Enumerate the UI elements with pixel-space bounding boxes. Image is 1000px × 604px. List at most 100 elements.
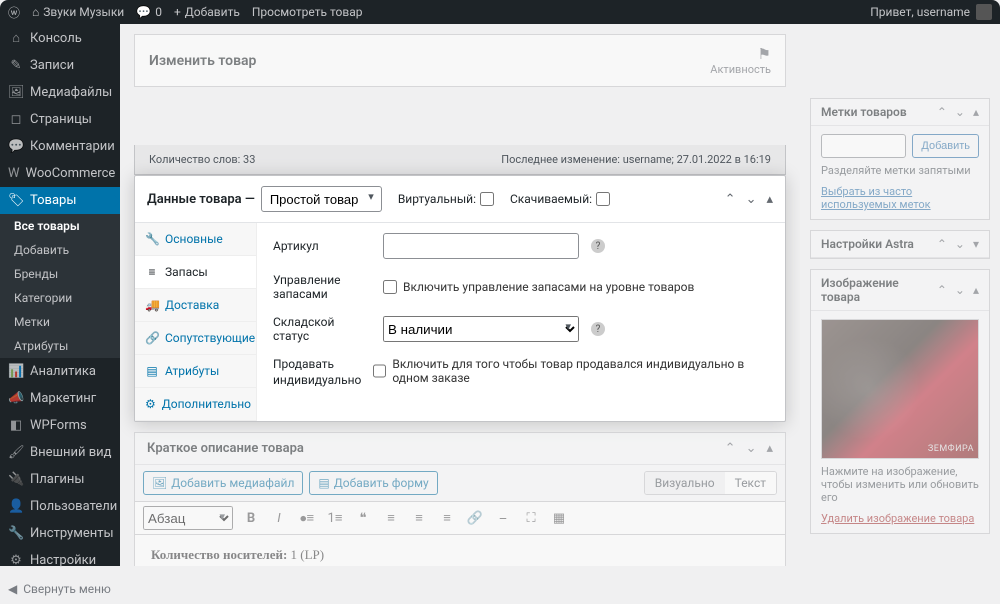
menu-item-аналитика[interactable]: 📊Аналитика	[0, 358, 120, 385]
tab-атрибуты[interactable]: ▤Атрибуты	[135, 355, 256, 388]
greeting[interactable]: Привет, username	[870, 5, 970, 19]
box-toggle-icon[interactable]: ▾	[973, 237, 979, 251]
panel-up-icon[interactable]: ⌃	[725, 192, 736, 207]
align-left-button[interactable]: ≡	[381, 508, 401, 528]
menu-item-записи[interactable]: ✎Записи	[0, 52, 120, 79]
virtual-checkbox[interactable]	[480, 192, 494, 206]
manage-stock-checkbox[interactable]	[383, 280, 397, 294]
menu-item-комментарии[interactable]: 💬Комментарии	[0, 133, 120, 160]
menu-label: Плагины	[30, 472, 84, 487]
view-product-link[interactable]: Просмотреть товар	[252, 5, 363, 19]
box-up-icon[interactable]: ⌃	[937, 283, 947, 297]
menu-item-внешний вид[interactable]: 🖌Внешний вид	[0, 439, 120, 466]
tab-основные[interactable]: 🔧Основные	[135, 223, 256, 256]
avatar-icon[interactable]	[976, 4, 992, 20]
menu-item-маркетинг[interactable]: 📣Маркетинг	[0, 385, 120, 412]
bold-button[interactable]: B	[241, 508, 261, 528]
collapse-menu[interactable]: ◀ Свернуть меню	[0, 574, 120, 604]
box-up-icon[interactable]: ⌃	[725, 441, 736, 456]
page-title: Изменить товар	[149, 53, 256, 69]
submenu-item[interactable]: Атрибуты	[0, 334, 120, 358]
add-form-button[interactable]: ▤Добавить форму	[309, 471, 437, 495]
editor-content[interactable]: Количество носителей: 1 (LP)Жанры: Русск…	[135, 535, 785, 566]
tags-input[interactable]	[821, 134, 906, 158]
help-icon[interactable]: ?	[591, 322, 605, 336]
site-link[interactable]: ⌂Звуки Музыки	[32, 5, 124, 19]
menu-item-медиафайлы[interactable]: 🖼Медиафайлы	[0, 79, 120, 106]
tab-дополнительно[interactable]: ⚙Дополнительно	[135, 388, 256, 421]
link-button[interactable]: 🔗	[465, 508, 485, 528]
paragraph-select[interactable]: Абзац	[143, 506, 233, 530]
submenu-item[interactable]: Добавить	[0, 238, 120, 262]
quote-button[interactable]: ❝	[353, 508, 373, 528]
submenu-item[interactable]: Бренды	[0, 262, 120, 286]
tab-icon: 🔧	[145, 232, 159, 246]
editor-toolbar: Абзац B I ⦁≡ 1≡ ❝ ≡ ≡ ≡ 🔗 ⎯ ⛶ ▦	[135, 501, 785, 535]
menu-item-товары[interactable]: 🏷Товары	[0, 187, 120, 214]
submenu-item[interactable]: Метки	[0, 310, 120, 334]
product-type-select[interactable]: Простой товар	[261, 186, 382, 212]
tab-icon: ▤	[145, 364, 159, 378]
wp-logo[interactable]: ⓦ	[8, 4, 20, 21]
manage-stock-label: Управление запасами	[273, 273, 371, 301]
box-down-icon[interactable]: ⌄	[955, 283, 965, 297]
menu-icon: ◻	[8, 112, 24, 127]
menu-label: Маркетинг	[30, 391, 96, 406]
choose-tags-link[interactable]: Выбрать из часто используемых меток	[821, 185, 931, 211]
submenu-item[interactable]: Категории	[0, 286, 120, 310]
comments-link[interactable]: 💬0	[136, 5, 162, 19]
add-media-button[interactable]: 🖼Добавить медиафайл	[143, 471, 303, 495]
menu-item-настройки[interactable]: ⚙Настройки	[0, 547, 120, 574]
tab-сопутствующие[interactable]: 🔗Сопутствующие	[135, 322, 256, 355]
box-up-icon[interactable]: ⌃	[937, 237, 947, 251]
visual-tab[interactable]: Визуально	[645, 472, 725, 494]
menu-item-woocommerce[interactable]: WWooCommerce	[0, 160, 120, 187]
box-toggle-icon[interactable]: ▴	[973, 105, 979, 119]
number-list-button[interactable]: 1≡	[325, 508, 345, 528]
editor-statusbar: Количество слов: 33 Последнее изменение:…	[134, 145, 786, 175]
image-caption: ЗЕМФИРА	[928, 444, 974, 454]
box-toggle-icon[interactable]: ▴	[973, 283, 979, 297]
fullscreen-button[interactable]: ⛶	[521, 508, 541, 528]
help-icon[interactable]: ?	[591, 239, 605, 253]
more-button[interactable]: ⎯	[493, 508, 513, 528]
sku-input[interactable]	[383, 233, 579, 259]
tab-доставка[interactable]: 🚚Доставка	[135, 289, 256, 322]
menu-item-пользователи[interactable]: 👤Пользователи	[0, 493, 120, 520]
toolbar-toggle-button[interactable]: ▦	[549, 508, 569, 528]
italic-button[interactable]: I	[269, 508, 289, 528]
sold-individually-checkbox[interactable]	[373, 364, 386, 378]
menu-icon: ⌂	[8, 30, 24, 46]
align-right-button[interactable]: ≡	[437, 508, 457, 528]
submenu-item[interactable]: Все товары	[0, 214, 120, 238]
stock-status-select[interactable]: В наличии	[383, 316, 579, 342]
menu-label: Внешний вид	[30, 445, 112, 460]
box-down-icon[interactable]: ⌄	[955, 237, 965, 251]
topbar-right: Привет, username	[870, 4, 992, 20]
remove-image-link[interactable]: Удалить изображение товара	[821, 512, 974, 525]
menu-icon: 🔧	[8, 526, 24, 541]
menu-item-страницы[interactable]: ◻Страницы	[0, 106, 120, 133]
tab-запасы[interactable]: ≡Запасы	[135, 256, 256, 289]
menu-item-инструменты[interactable]: 🔧Инструменты	[0, 520, 120, 547]
bullet-list-button[interactable]: ⦁≡	[297, 508, 317, 528]
new-content[interactable]: +Добавить	[174, 5, 240, 19]
menu-item-wpforms[interactable]: ◧WPForms	[0, 412, 120, 439]
panel-down-icon[interactable]: ⌄	[746, 192, 757, 207]
align-center-button[interactable]: ≡	[409, 508, 429, 528]
activity-label: Активность	[710, 63, 771, 76]
activity-link[interactable]: ⚑ Активность	[710, 45, 771, 76]
box-down-icon[interactable]: ⌄	[955, 105, 965, 119]
menu-item-консоль[interactable]: ⌂Консоль	[0, 24, 120, 52]
product-image[interactable]: ЗЕМФИРА	[821, 319, 979, 459]
menu-item-плагины[interactable]: 🔌Плагины	[0, 466, 120, 493]
home-icon: ⌂	[32, 5, 39, 19]
add-tag-button[interactable]: Добавить	[912, 134, 979, 158]
box-toggle-icon[interactable]: ▴	[766, 441, 773, 456]
box-down-icon[interactable]: ⌄	[746, 441, 757, 456]
box-up-icon[interactable]: ⌃	[937, 105, 947, 119]
panel-toggle-icon[interactable]: ▴	[766, 192, 773, 207]
downloadable-checkbox[interactable]	[596, 192, 610, 206]
media-icon: 🖼	[152, 476, 167, 490]
text-tab[interactable]: Текст	[725, 472, 776, 494]
